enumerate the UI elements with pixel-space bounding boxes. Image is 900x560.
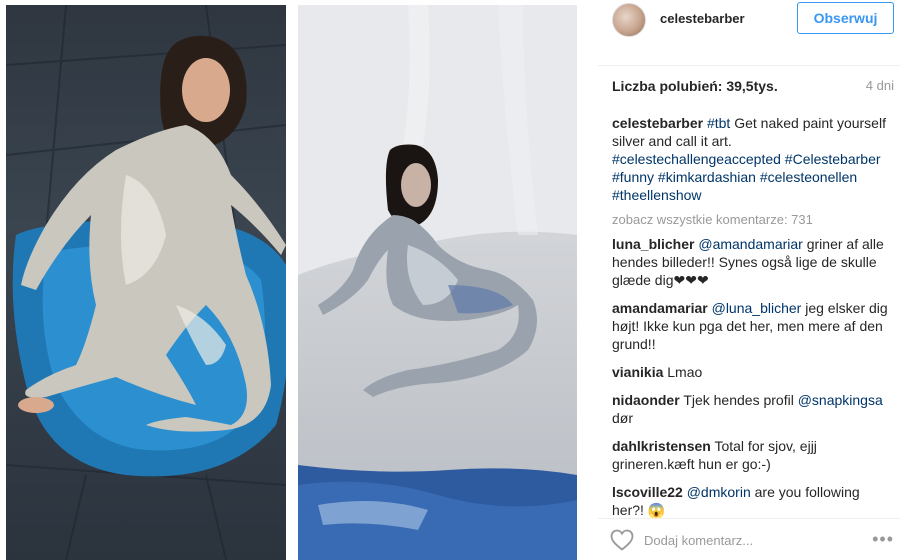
caption-hashtags[interactable]: #celestechallengeaccepted #Celestebarber… xyxy=(612,151,881,203)
comment-mention[interactable]: @dmkorin xyxy=(687,484,751,500)
caption: celestebarber #tbt Get naked paint yours… xyxy=(612,114,894,204)
post-sidebar: celestebarber Obserwuj Liczba polubień: … xyxy=(598,0,900,560)
photo-left-celeste xyxy=(6,5,286,560)
photo-right-kim xyxy=(298,5,577,560)
comment-username[interactable]: lscoville22 xyxy=(612,484,683,500)
comments-list: celestebarber #tbt Get naked paint yours… xyxy=(612,114,894,529)
comment-text: Lmao xyxy=(667,364,703,380)
comment-mention[interactable]: @snapkingsa xyxy=(798,392,883,408)
post-header: celestebarber Obserwuj xyxy=(598,0,900,66)
post-username[interactable]: celestebarber xyxy=(660,11,745,26)
post-time[interactable]: 4 dni xyxy=(866,78,894,93)
heart-icon[interactable] xyxy=(610,529,634,551)
comment-username[interactable]: nidaonder xyxy=(612,392,680,408)
comment-username[interactable]: amandamariar xyxy=(612,300,708,316)
comment-item: luna_blicher @amandamariar griner af all… xyxy=(612,235,894,289)
likes-count[interactable]: Liczba polubień: 39,5tys. xyxy=(612,78,778,94)
comment-username[interactable]: dahlkristensen xyxy=(612,438,711,454)
comment-item: lscoville22 @dmkorin are you following h… xyxy=(612,483,894,519)
comment-text-after: dør xyxy=(612,410,633,426)
likes-row: Liczba polubień: 39,5tys. 4 dni xyxy=(612,78,894,96)
avatar[interactable] xyxy=(612,3,646,37)
comment-mention[interactable]: @luna_blicher xyxy=(712,300,802,316)
comment-mention[interactable]: @amandamariar xyxy=(698,236,802,252)
post-photo[interactable] xyxy=(0,0,598,560)
more-options-icon[interactable]: ••• xyxy=(872,529,894,550)
comment-input[interactable] xyxy=(644,528,854,552)
view-all-comments-link[interactable]: zobacz wszystkie komentarze: 731 xyxy=(612,212,894,227)
comment-username[interactable]: vianikia xyxy=(612,364,663,380)
post-footer: ••• xyxy=(598,518,900,560)
comment-item: dahlkristensen Total for sjov, ejjj grin… xyxy=(612,437,894,473)
caption-username[interactable]: celestebarber xyxy=(612,115,703,131)
comment-item: nidaonder Tjek hendes profil @snapkingsa… xyxy=(612,391,894,427)
comment-item: vianikia Lmao xyxy=(612,363,894,381)
comment-text: Tjek hendes profil xyxy=(683,392,798,408)
comment-item: amandamariar @luna_blicher jeg elsker di… xyxy=(612,299,894,353)
comment-username[interactable]: luna_blicher xyxy=(612,236,694,252)
follow-button[interactable]: Obserwuj xyxy=(797,2,894,34)
caption-hashtag-tbt[interactable]: #tbt xyxy=(707,115,730,131)
